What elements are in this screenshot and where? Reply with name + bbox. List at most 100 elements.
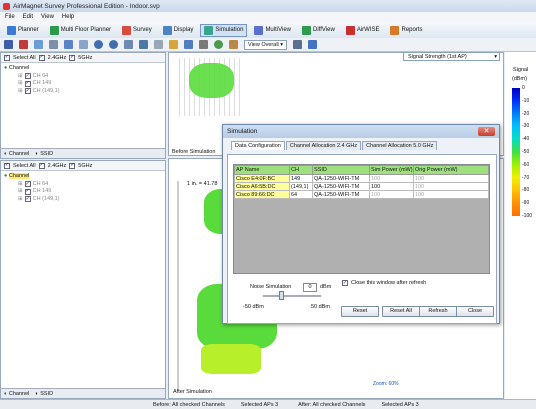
col-sim-power: Sim Power (mW) xyxy=(369,165,414,175)
tree-item-ch149-1-2[interactable]: ⊞ ✓ CH (149,1) xyxy=(4,196,162,204)
legend-tick: -20 xyxy=(522,110,530,117)
settings-icon[interactable] xyxy=(154,40,163,49)
legend-tick: -90 xyxy=(522,200,530,207)
table-row[interactable]: Cisco A6:5B:DC (149,1) QA-1250-WIFI-TM 1… xyxy=(234,182,489,191)
view-select[interactable]: View Overall ▾ xyxy=(244,39,288,50)
menu-file[interactable]: File xyxy=(5,14,15,20)
ghz24-checkbox[interactable]: ✓ xyxy=(38,54,45,61)
bottom-channel-panel: ✓ Select All ✓ 2.4GHz ✓ 5GHz ● Channel ⊞ ✓ CH… xyxy=(0,160,166,399)
tab-multi-floor-planner[interactable]: Multi Floor Planner xyxy=(46,24,115,37)
zoom-label: Zoom: 60% xyxy=(373,381,399,387)
window-title: AirMagnet Survey Professional Edition - … xyxy=(13,2,160,10)
tab-diffview[interactable]: DiffView xyxy=(298,24,339,37)
close-after-refresh[interactable]: ✓ Close this window after refresh xyxy=(342,280,426,286)
title-bar: AirMagnet Survey Professional Edition - … xyxy=(0,0,536,12)
ghz24-checkbox-2[interactable]: ✓ xyxy=(38,162,45,169)
tree-item-ch149-1[interactable]: ⊞ ✓ CH (149,1) xyxy=(4,88,162,96)
tree-item-ch149[interactable]: ⊞ ✓ CH 149 xyxy=(4,80,162,88)
ap-icon[interactable] xyxy=(4,40,13,49)
flag-icon[interactable] xyxy=(19,40,28,49)
dialog-titlebar: Simulation ✕ xyxy=(223,125,499,138)
tab-channel-24[interactable]: Channel Allocation 2.4 GHz xyxy=(285,141,362,150)
tab-ssid[interactable]: ◐ SSID xyxy=(35,151,53,157)
tree-item-ch149-2[interactable]: ⊞ ✓ CH 149 xyxy=(4,188,162,196)
reset-all-button[interactable]: Reset All xyxy=(382,306,420,317)
legend-tick: -40 xyxy=(522,136,530,143)
tab-display[interactable]: Display xyxy=(159,24,198,37)
col-ch: CH xyxy=(289,165,313,175)
col-ap-name: AP Name xyxy=(234,165,290,175)
table-row[interactable]: Cisco E4:0F:BC 149 QA-1250-WIFI-TM 100 1… xyxy=(234,174,489,183)
legend-tick: -100 xyxy=(522,213,533,219)
tab-data-configuration[interactable]: Data Configuration xyxy=(231,141,285,150)
signal-legend: Signal (dBm) xyxy=(505,52,536,399)
legend-tick: -80 xyxy=(522,187,530,194)
close-button[interactable]: Close xyxy=(456,306,494,317)
menu-help[interactable]: Help xyxy=(62,14,74,20)
status-bar: Before: All checked Channels Selected AP… xyxy=(0,399,536,409)
before-label: Before Simulation xyxy=(172,149,216,155)
table-icon[interactable] xyxy=(79,40,88,49)
tree-root[interactable]: ● Channel xyxy=(4,65,162,73)
pan-icon[interactable] xyxy=(139,40,148,49)
tree-item-ch64-2[interactable]: ⊞ ✓ CH 64 xyxy=(4,181,162,189)
col-ssid: SSID xyxy=(312,165,370,175)
legend-tick: -60 xyxy=(522,161,530,168)
tree-root-2[interactable]: ● Channel xyxy=(4,173,162,181)
signal-select[interactable]: Signal Strength (1st AP) ▾ xyxy=(403,52,500,61)
menu-bar: File Edit View Help xyxy=(0,12,536,22)
refresh-button[interactable]: Refresh xyxy=(419,306,457,317)
reports-icon xyxy=(390,25,400,35)
multi-floor-icon xyxy=(49,25,59,35)
table-row[interactable]: Cisco 89:66:DC 64 QA-1250-WIFI-TM 100 10… xyxy=(234,190,489,199)
filter-icon[interactable] xyxy=(229,40,238,49)
tab-reports[interactable]: Reports xyxy=(386,24,426,37)
status-before: Before: All checked Channels xyxy=(153,401,225,408)
noise-slider-handle[interactable] xyxy=(279,291,284,300)
tab-multiview[interactable]: MultiView xyxy=(250,24,295,37)
noise-slider-track[interactable] xyxy=(263,295,321,297)
status-before-aps: Selected APs 3 xyxy=(240,401,279,408)
export-icon[interactable] xyxy=(293,40,303,49)
tab-airwise[interactable]: AirWISE xyxy=(342,24,384,37)
lock-icon[interactable] xyxy=(199,40,208,49)
tab-planner[interactable]: Planner xyxy=(3,24,43,37)
tab-channel-2[interactable]: ◐ Channel xyxy=(4,391,29,397)
menu-edit[interactable]: Edit xyxy=(23,14,33,20)
grid-icon[interactable] xyxy=(49,40,58,49)
ghz5-checkbox[interactable]: ✓ xyxy=(69,54,76,61)
layout-icon[interactable] xyxy=(64,40,73,49)
select-all-checkbox[interactable]: ✓ xyxy=(4,54,10,61)
channel-tree: ● Channel ⊞ ✓ CH 64 ⊞ ✓ CH 149 ⊞ ✓ CH (149,1) xyxy=(1,63,165,97)
survey-icon xyxy=(122,25,132,35)
select-all-checkbox-2[interactable]: ✓ xyxy=(4,162,10,169)
legend-tick: 0 xyxy=(522,85,525,91)
scale-label: 1 in. = 41.78 xyxy=(187,181,218,187)
antenna-icon[interactable] xyxy=(169,40,178,49)
ruler xyxy=(177,181,179,391)
help-icon[interactable] xyxy=(308,40,318,49)
copy-icon[interactable] xyxy=(34,40,43,49)
app-icon xyxy=(3,2,10,10)
chart-icon[interactable] xyxy=(184,40,193,49)
tab-survey[interactable]: Survey xyxy=(118,24,156,37)
zoom-in-icon[interactable] xyxy=(94,40,103,49)
menu-view[interactable]: View xyxy=(41,14,54,20)
noise-input[interactable]: 0 xyxy=(303,283,317,292)
tab-channel[interactable]: ◐ Channel xyxy=(4,151,29,157)
tab-simulation[interactable]: Simulation xyxy=(200,23,248,37)
dialog-title: Simulation xyxy=(227,128,258,135)
reset-button[interactable]: Reset xyxy=(341,306,379,317)
zoom-out-icon[interactable] xyxy=(109,40,118,49)
planner-icon xyxy=(7,25,16,35)
ghz5-checkbox-2[interactable]: ✓ xyxy=(69,162,76,169)
table-header: AP Name CH SSID Sim Power (mW) Orig Powe… xyxy=(234,165,489,175)
tab-ssid-2[interactable]: ◐ SSID xyxy=(35,391,53,397)
close-icon[interactable]: ✕ xyxy=(478,127,495,136)
tab-channel-50[interactable]: Channel Allocation 5.0 GHz xyxy=(362,141,438,150)
close-after-refresh-checkbox[interactable]: ✓ xyxy=(342,280,348,286)
legend-tick: -70 xyxy=(522,174,530,181)
fit-icon[interactable] xyxy=(124,40,133,49)
tree-item-ch64[interactable]: ⊞ ✓ CH 64 xyxy=(4,73,162,81)
globe-icon[interactable] xyxy=(214,40,223,49)
